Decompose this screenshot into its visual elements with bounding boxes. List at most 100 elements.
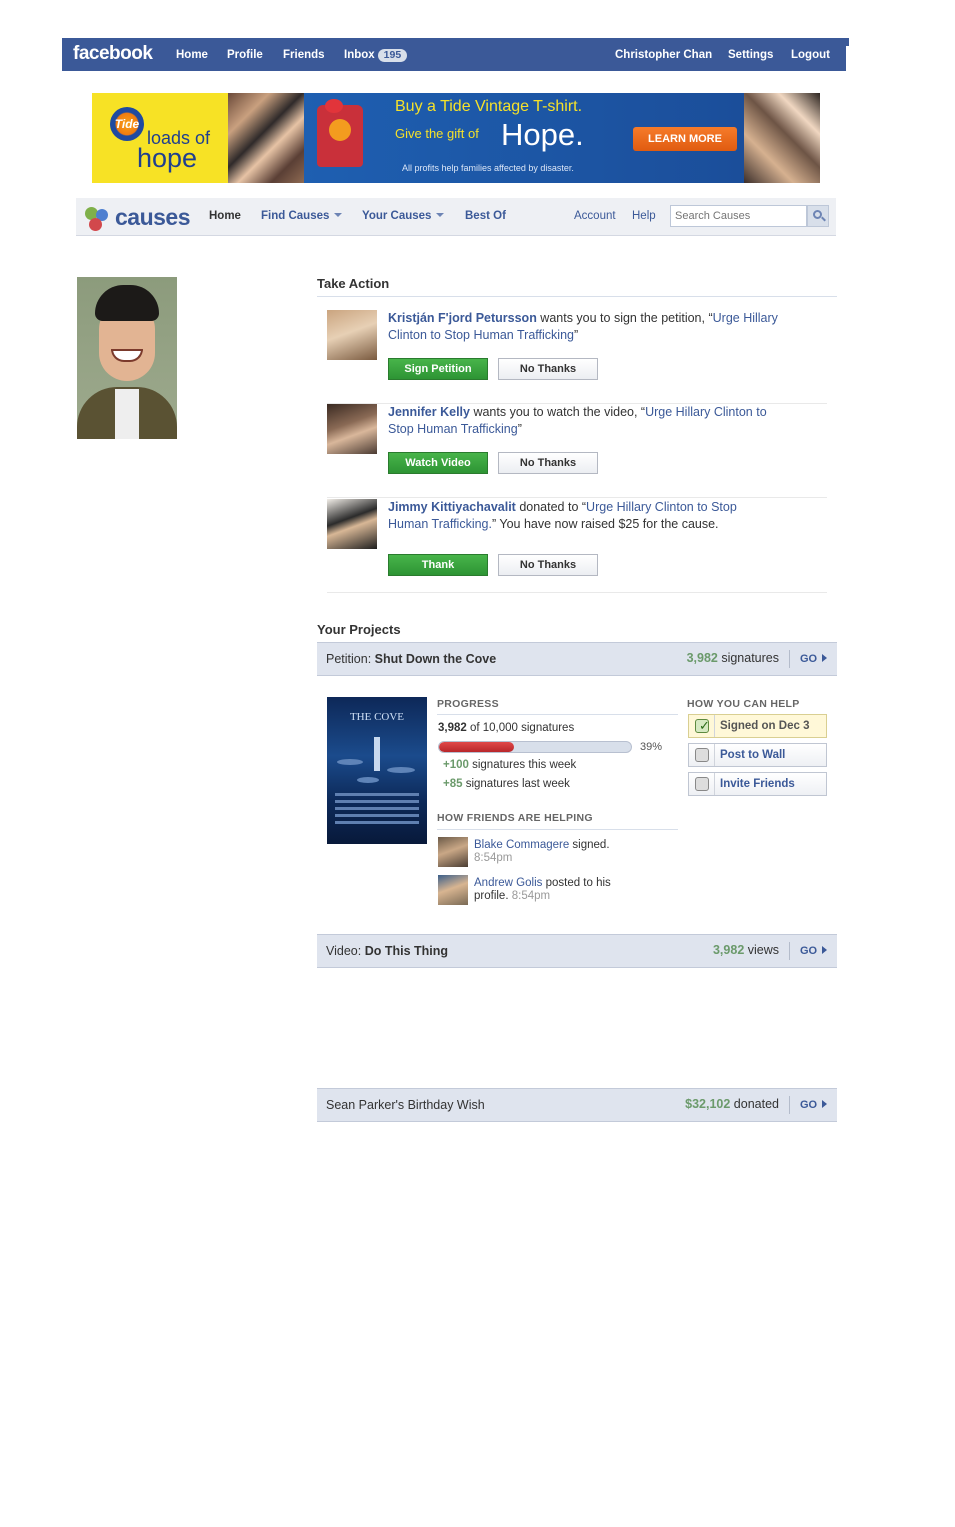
signature-goal: of 10,000 signatures [466, 722, 575, 734]
friend-name-link[interactable]: Kristján F'jord Petursson [388, 311, 537, 325]
avatar[interactable] [327, 404, 377, 454]
timestamp: 8:54pm [474, 852, 513, 864]
action-message: Kristján F'jord Petursson wants you to s… [388, 310, 778, 344]
action-message: Jimmy Kittiyachavalit donated to “Urge H… [388, 499, 778, 533]
profile-photo[interactable] [77, 277, 177, 439]
friend-name-link[interactable]: Andrew Golis [474, 877, 542, 889]
project-name: Shut Down the Cove [374, 652, 497, 666]
how-you-can-help-heading: HOW YOU CAN HELP [687, 698, 800, 710]
ad-big-word: Hope. [501, 117, 584, 152]
project-stat: 3,982 signatures [687, 651, 779, 665]
bar-edge [846, 46, 849, 71]
action-message: Jennifer Kelly wants you to watch the vi… [388, 404, 778, 438]
action-text: wants you to watch the video, “ [469, 405, 646, 419]
poster-title: THE COVE [349, 711, 405, 723]
avatar[interactable] [438, 837, 468, 867]
current-signatures: 3,982 [438, 722, 467, 734]
fb-nav-profile[interactable]: Profile [227, 49, 263, 61]
thank-button[interactable]: Thank [388, 554, 488, 576]
friend-activity: Blake Commagere signed. 8:54pm [474, 839, 634, 865]
go-button[interactable]: GO [789, 942, 837, 960]
causes-nav-best-of[interactable]: Best Of [465, 210, 506, 222]
sign-petition-button[interactable]: Sign Petition [388, 358, 488, 380]
signature-count: 3,982 of 10,000 signatures [438, 722, 574, 734]
no-thanks-button[interactable]: No Thanks [498, 452, 598, 474]
fb-user-name[interactable]: Christopher Chan [615, 49, 712, 61]
fb-settings[interactable]: Settings [728, 49, 773, 61]
causes-logo[interactable]: causes [83, 203, 193, 231]
friend-name-link[interactable]: Jennifer Kelly [388, 405, 470, 419]
fb-nav-home[interactable]: Home [176, 49, 208, 61]
causes-nav-find-causes[interactable]: Find Causes [261, 210, 343, 222]
stat-unit: views [744, 943, 779, 957]
checkbox-icon [695, 748, 709, 762]
no-thanks-button[interactable]: No Thanks [498, 358, 598, 380]
causes-nav-home[interactable]: Home [209, 210, 241, 222]
video-project-bar[interactable]: Video: Do This Thing 3,982 views GO [317, 934, 837, 968]
causes-wordmark: causes [115, 204, 191, 230]
avatar[interactable] [327, 310, 377, 360]
gift-bow-icon [325, 99, 343, 113]
search-button[interactable] [807, 205, 829, 227]
project-stat: $32,102 donated [685, 1097, 779, 1111]
cove-movie-poster[interactable]: THE COVE [327, 697, 427, 844]
chevron-right-icon [822, 1100, 828, 1108]
project-label: Sean Parker's Birthday Wish [326, 1098, 485, 1112]
go-label: GO [800, 1099, 818, 1111]
tide-ad-banner[interactable]: Tide loads of hope Buy a Tide Vintage T-… [92, 93, 820, 183]
causes-nav-help[interactable]: Help [632, 210, 656, 222]
action-text: donated to “ [515, 500, 587, 514]
causes-nav-account[interactable]: Account [574, 210, 616, 222]
avatar[interactable] [327, 499, 377, 549]
take-action-title: Take Action [317, 276, 390, 291]
help-label: Invite Friends [720, 778, 795, 790]
project-stat: 3,982 views [713, 943, 779, 957]
birthday-project-bar[interactable]: Sean Parker's Birthday Wish $32,102 dona… [317, 1088, 837, 1122]
help-label: Signed on Dec 3 [720, 720, 810, 732]
progress-fill [439, 742, 514, 752]
ad-photo-collage-left [228, 93, 304, 183]
petition-project-bar[interactable]: Petition: Shut Down the Cove 3,982 signa… [317, 642, 837, 676]
progress-bar [438, 741, 632, 753]
this-week-label: signatures this week [468, 759, 577, 771]
last-week-number: +85 [443, 778, 463, 790]
go-button[interactable]: GO [789, 1096, 837, 1114]
post-to-wall-button[interactable]: Post to Wall [688, 743, 827, 767]
your-projects-title: Your Projects [317, 622, 401, 637]
project-name: Do This Thing [364, 944, 449, 958]
go-button[interactable]: GO [789, 650, 837, 668]
ad-fine-print: All profits help families affected by di… [402, 163, 574, 173]
go-label: GO [800, 653, 818, 665]
friend-name-link[interactable]: Jimmy Kittiyachavalit [388, 500, 516, 514]
search-causes-input[interactable] [670, 205, 807, 227]
find-causes-label: Find Causes [261, 210, 330, 222]
avatar[interactable] [438, 875, 468, 905]
chevron-right-icon [822, 946, 828, 954]
progress-percent: 39% [640, 741, 663, 753]
help-label: Post to Wall [720, 749, 786, 761]
fb-nav-inbox[interactable]: Inbox 195 [344, 49, 408, 62]
friend-action: signed. [569, 839, 610, 851]
ad-learn-more-button[interactable]: LEARN MORE [633, 127, 737, 151]
take-action-divider [317, 296, 837, 297]
this-week-number: +100 [443, 759, 469, 771]
facebook-top-bar: facebook Home Profile Friends Inbox 195 C… [62, 38, 849, 71]
signed-status-button[interactable]: ✓ Signed on Dec 3 [688, 714, 827, 738]
stat-number: 3,982 [712, 943, 745, 957]
go-label: GO [800, 945, 818, 957]
chevron-down-icon [436, 213, 445, 217]
no-thanks-button[interactable]: No Thanks [498, 554, 598, 576]
friend-name-link[interactable]: Blake Commagere [474, 839, 569, 851]
facebook-logo[interactable]: facebook [73, 43, 153, 65]
project-label: Petition: Shut Down the Cove [326, 652, 496, 666]
invite-friends-button[interactable]: Invite Friends [688, 772, 827, 796]
last-week-label: signatures last week [462, 778, 570, 790]
fb-nav-friends[interactable]: Friends [283, 49, 325, 61]
watch-video-button[interactable]: Watch Video [388, 452, 488, 474]
action-item: Jimmy Kittiyachavalit donated to “Urge H… [327, 499, 827, 593]
action-text: wants you to sign the petition, “ [536, 311, 713, 325]
tide-logo: Tide [110, 107, 144, 141]
ad-hope-logo: hope [137, 143, 198, 173]
fb-logout[interactable]: Logout [791, 49, 830, 61]
causes-nav-your-causes[interactable]: Your Causes [362, 210, 445, 222]
